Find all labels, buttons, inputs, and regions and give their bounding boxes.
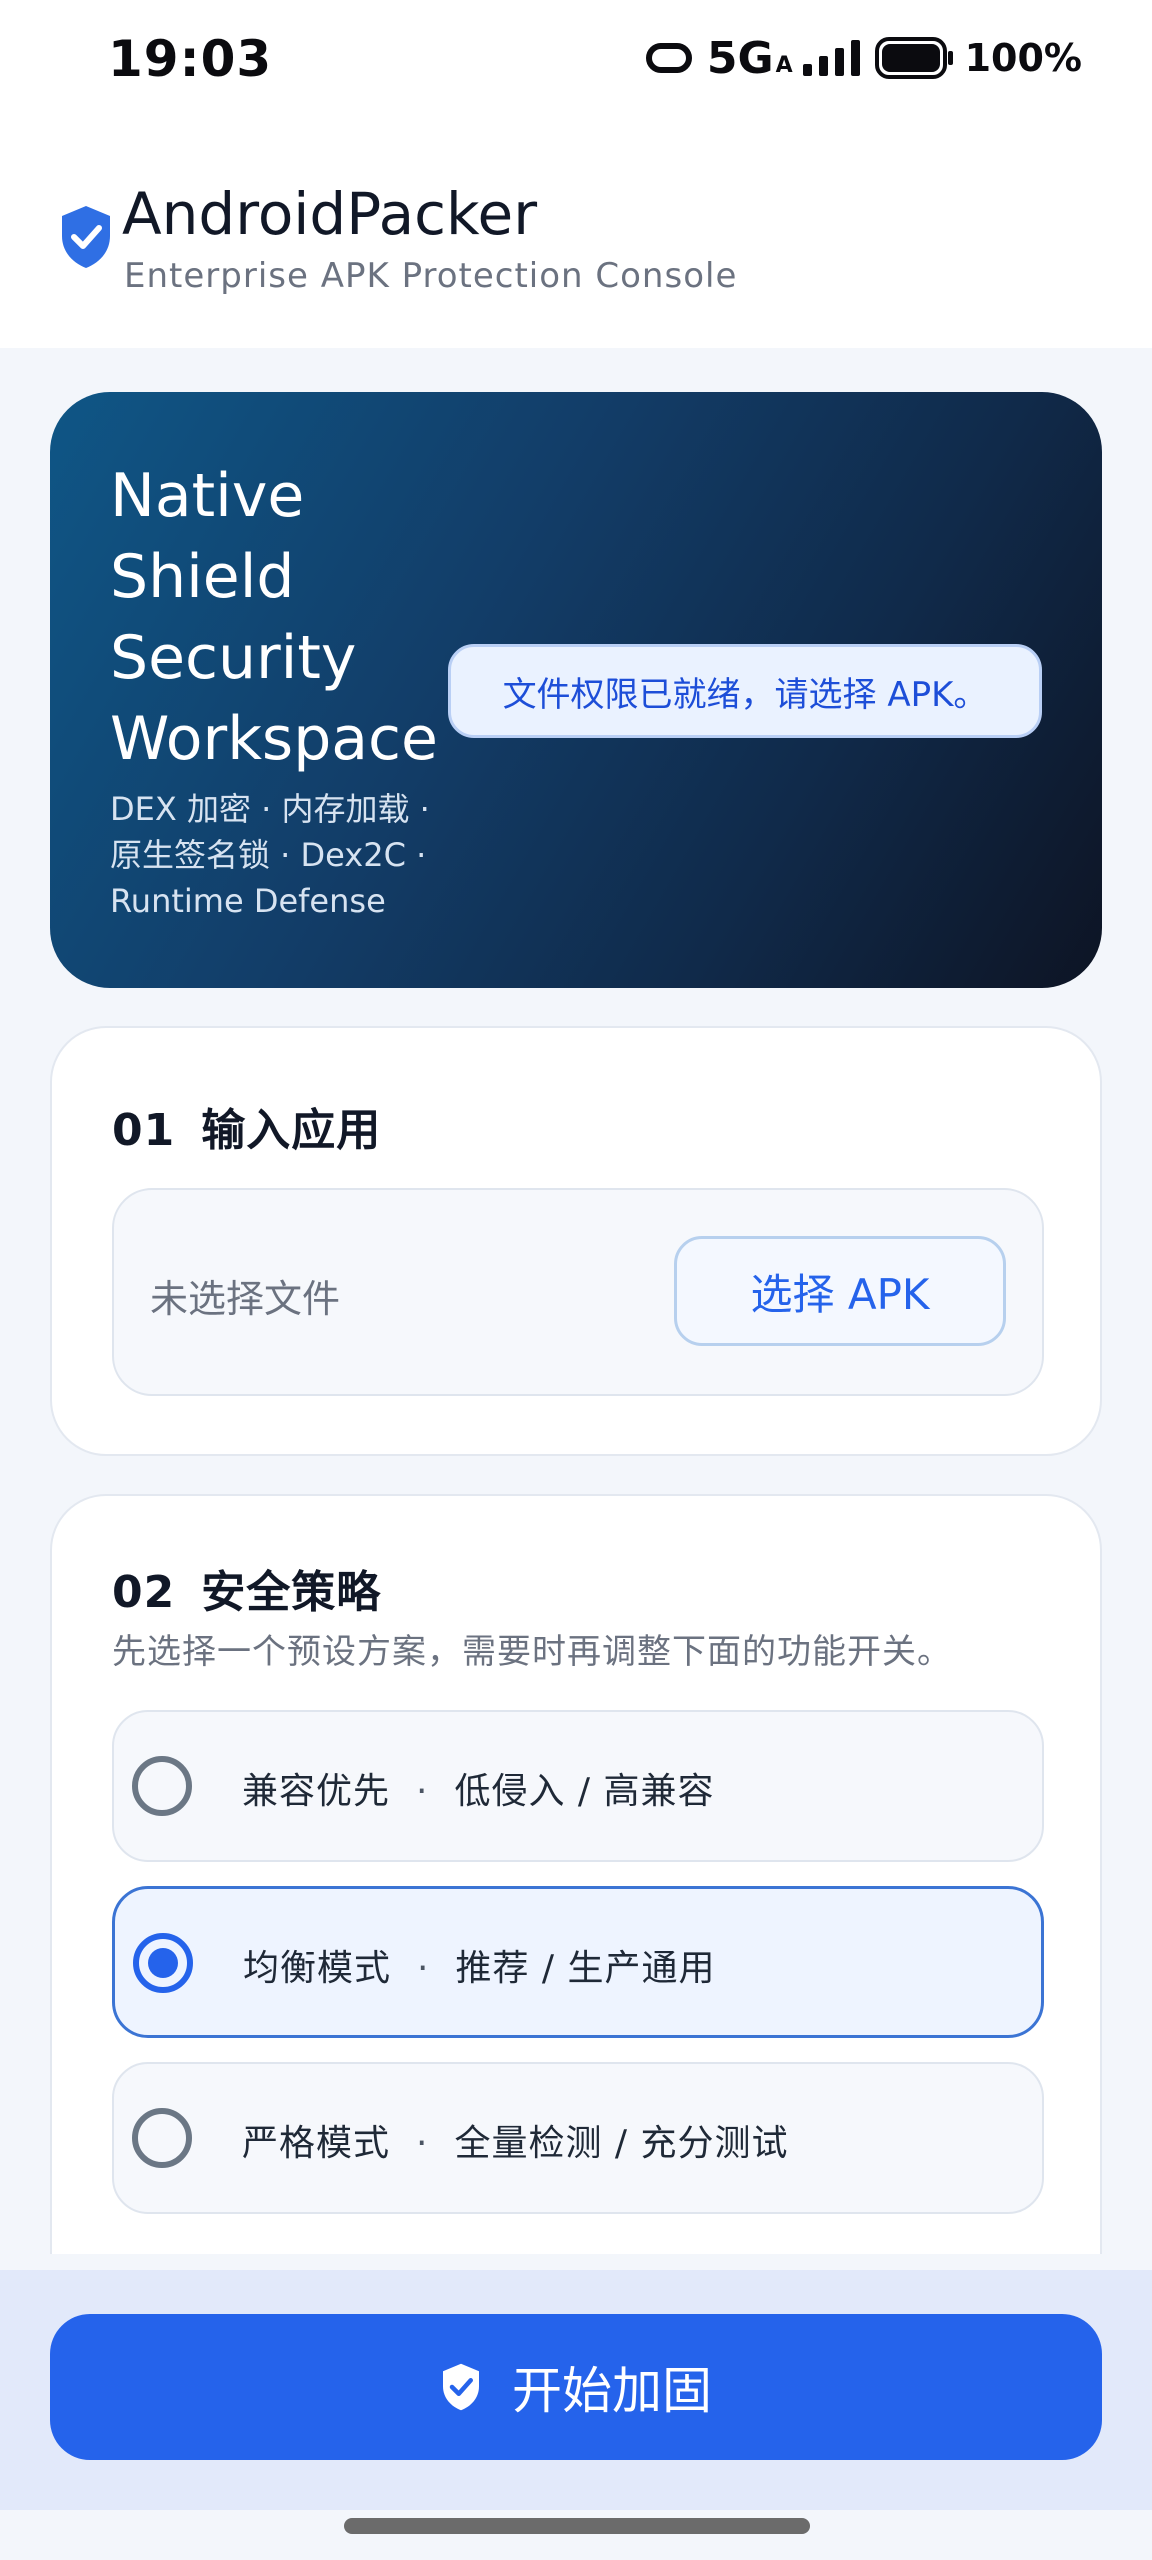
network-type: 5G xyxy=(706,32,774,84)
section-number: 02 xyxy=(112,1567,176,1618)
status-icons: 5G A 100% xyxy=(641,30,1082,86)
start-hardening-button[interactable]: 开始加固 xyxy=(50,2314,1102,2460)
shield-check-icon xyxy=(62,206,110,268)
status-time: 19:03 xyxy=(108,30,273,88)
radio-button-selected[interactable] xyxy=(133,1933,193,1993)
home-indicator[interactable] xyxy=(344,2518,810,2534)
select-apk-button[interactable]: 选择 APK xyxy=(674,1236,1006,1346)
status-bar: 19:03 5G A 100% xyxy=(0,0,1152,118)
section-number: 01 xyxy=(112,1105,176,1156)
radio-button[interactable] xyxy=(132,2108,192,2168)
hero-title: Native Shield Security Workspace xyxy=(110,461,438,774)
preset-option-compat[interactable]: 兼容优先 · 低侵入 / 高兼容 xyxy=(112,1710,1044,1862)
preset-separator: · xyxy=(416,1771,429,1812)
preset-name: 严格模式 xyxy=(242,2123,391,2164)
section-description: 先选择一个预设方案，需要时再调整下面的功能开关。 xyxy=(112,1632,952,1672)
battery-icon xyxy=(874,37,953,79)
radio-dot xyxy=(148,1948,178,1978)
preset-detail: 低侵入 / 高兼容 xyxy=(454,1771,715,1812)
section-label: 输入应用 xyxy=(201,1105,382,1156)
app-header: AndroidPacker Enterprise APK Protection … xyxy=(0,118,1152,348)
preset-detail: 全量检测 / 充分测试 xyxy=(454,2123,789,2164)
file-picker-box: 未选择文件 选择 APK xyxy=(112,1188,1044,1396)
shield-check-icon xyxy=(443,2363,479,2411)
preset-label: 均衡模式 · 推荐 / 生产通用 xyxy=(243,1939,716,1991)
status-message-pill: 文件权限已就绪，请选择 APK。 xyxy=(448,644,1042,738)
preset-option-balanced[interactable]: 均衡模式 · 推荐 / 生产通用 xyxy=(112,1886,1044,2038)
battery-percent: 100% xyxy=(964,36,1082,80)
app-subtitle: Enterprise APK Protection Console xyxy=(124,256,738,296)
preset-label: 兼容优先 · 低侵入 / 高兼容 xyxy=(242,1762,715,1814)
hero-features: DEX 加密 · 内存加载 · 原生签名锁 · Dex2C · Runtime … xyxy=(110,790,430,920)
preset-label: 严格模式 · 全量检测 / 充分测试 xyxy=(242,2114,789,2166)
preset-name: 均衡模式 xyxy=(243,1948,392,1989)
network-subtype: A xyxy=(775,52,793,78)
section-label: 安全策略 xyxy=(201,1567,382,1618)
input-app-card: 01 输入应用 未选择文件 选择 APK xyxy=(50,1026,1102,1456)
section-title-policy: 02 安全策略 xyxy=(112,1556,381,1620)
preset-detail: 推荐 / 生产通用 xyxy=(455,1948,716,1989)
radio-button[interactable] xyxy=(132,1756,192,1816)
security-policy-card: 02 安全策略 先选择一个预设方案，需要时再调整下面的功能开关。 兼容优先 · 低侵入… xyxy=(50,1494,1102,2254)
section-title-input: 01 输入应用 xyxy=(112,1094,381,1158)
app-title: AndroidPacker xyxy=(122,180,538,248)
signal-icon xyxy=(802,40,860,76)
link-icon xyxy=(645,43,692,73)
start-button-label: 开始加固 xyxy=(512,2362,712,2420)
preset-separator: · xyxy=(417,1948,430,1989)
hero-banner: Native Shield Security Workspace DEX 加密 … xyxy=(50,392,1102,988)
preset-separator: · xyxy=(416,2123,429,2164)
preset-name: 兼容优先 xyxy=(242,1771,391,1812)
preset-option-strict[interactable]: 严格模式 · 全量检测 / 充分测试 xyxy=(112,2062,1044,2214)
status-message: 文件权限已就绪，请选择 APK。 xyxy=(502,674,988,715)
bottom-action-bar: 开始加固 xyxy=(0,2270,1152,2510)
file-status-text: 未选择文件 xyxy=(150,1277,341,1321)
